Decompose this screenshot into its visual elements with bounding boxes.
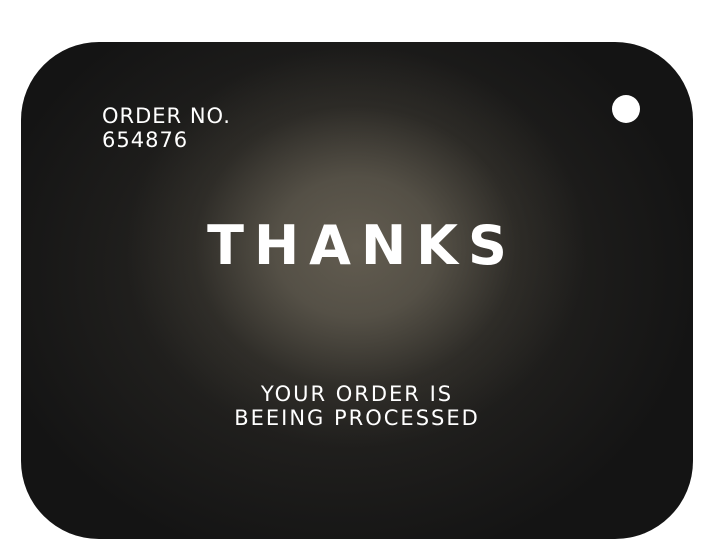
order-status: YOUR ORDER IS BEEING PROCESSED bbox=[0, 382, 714, 430]
status-line-1: YOUR ORDER IS bbox=[260, 382, 454, 406]
status-line-2: BEEING PROCESSED bbox=[234, 406, 480, 430]
order-info: ORDER NO. 654876 bbox=[102, 104, 231, 152]
order-label: ORDER NO. bbox=[102, 104, 231, 128]
order-number: 654876 bbox=[102, 128, 189, 152]
tag-hole-icon bbox=[612, 95, 640, 123]
thanks-heading: THANKS bbox=[207, 214, 517, 277]
